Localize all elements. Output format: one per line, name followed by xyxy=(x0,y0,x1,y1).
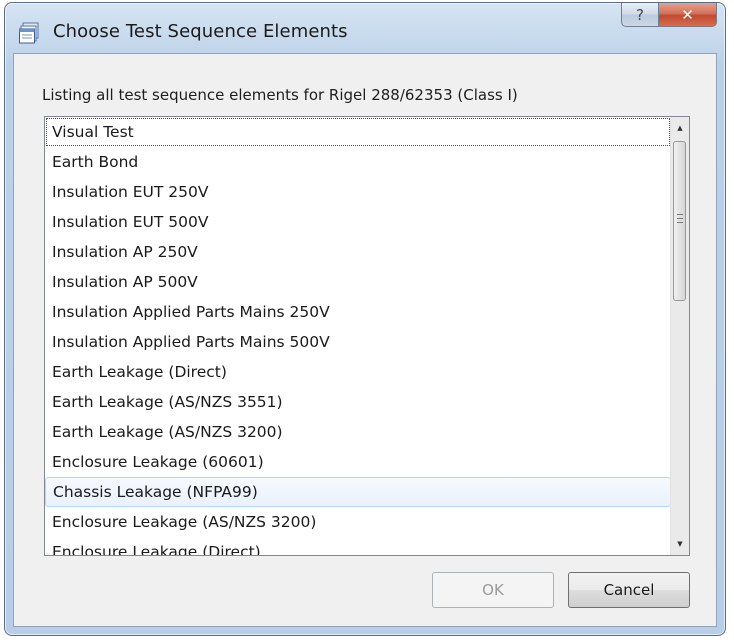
test-elements-listbox[interactable]: Visual Test Earth Bond Insulation EUT 250V… xyxy=(44,116,690,556)
list-item[interactable]: Insulation Applied Parts Mains 250V xyxy=(45,297,671,327)
list-item[interactable]: Earth Bond xyxy=(45,147,671,177)
list-item[interactable]: Earth Leakage (AS/NZS 3200) xyxy=(45,417,671,447)
scrollbar-grip-icon xyxy=(677,214,683,223)
list-item[interactable]: Visual Test xyxy=(45,117,671,147)
cancel-button[interactable]: Cancel xyxy=(568,572,690,608)
window-app-icon xyxy=(19,22,41,44)
list-heading: Listing all test sequence elements for R… xyxy=(42,86,518,104)
ok-button[interactable]: OK xyxy=(432,572,554,608)
dialog-window: Choose Test Sequence Elements ? ✕ Listin… xyxy=(4,2,726,636)
vertical-scrollbar[interactable]: ▲ ▼ xyxy=(670,117,689,555)
list-item[interactable]: Earth Leakage (AS/NZS 3551) xyxy=(45,387,671,417)
help-icon: ? xyxy=(636,5,644,24)
list-item[interactable]: Insulation Applied Parts Mains 500V xyxy=(45,327,671,357)
scroll-up-arrow-icon[interactable]: ▲ xyxy=(671,119,689,137)
dialog-body: Listing all test sequence elements for R… xyxy=(13,53,717,627)
list-items: Visual Test Earth Bond Insulation EUT 250V… xyxy=(45,117,671,555)
list-item[interactable]: Insulation EUT 500V xyxy=(45,207,671,237)
list-item[interactable]: Enclosure Leakage (AS/NZS 3200) xyxy=(45,507,671,537)
list-item[interactable]: Insulation EUT 250V xyxy=(45,177,671,207)
list-item[interactable]: Earth Leakage (Direct) xyxy=(45,357,671,387)
scrollbar-thumb[interactable] xyxy=(673,141,686,301)
list-item[interactable]: Chassis Leakage (NFPA99) xyxy=(45,477,671,507)
list-item[interactable]: Enclosure Leakage (Direct) xyxy=(45,537,671,555)
list-item[interactable]: Insulation AP 500V xyxy=(45,267,671,297)
scroll-down-arrow-icon[interactable]: ▼ xyxy=(671,535,689,553)
list-item[interactable]: Insulation AP 250V xyxy=(45,237,671,267)
close-icon: ✕ xyxy=(681,5,694,24)
caption-buttons: ? ✕ xyxy=(621,3,717,27)
list-item[interactable]: Enclosure Leakage (60601) xyxy=(45,447,671,477)
window-title: Choose Test Sequence Elements xyxy=(53,21,348,42)
help-button[interactable]: ? xyxy=(621,3,659,27)
close-button[interactable]: ✕ xyxy=(659,3,717,27)
